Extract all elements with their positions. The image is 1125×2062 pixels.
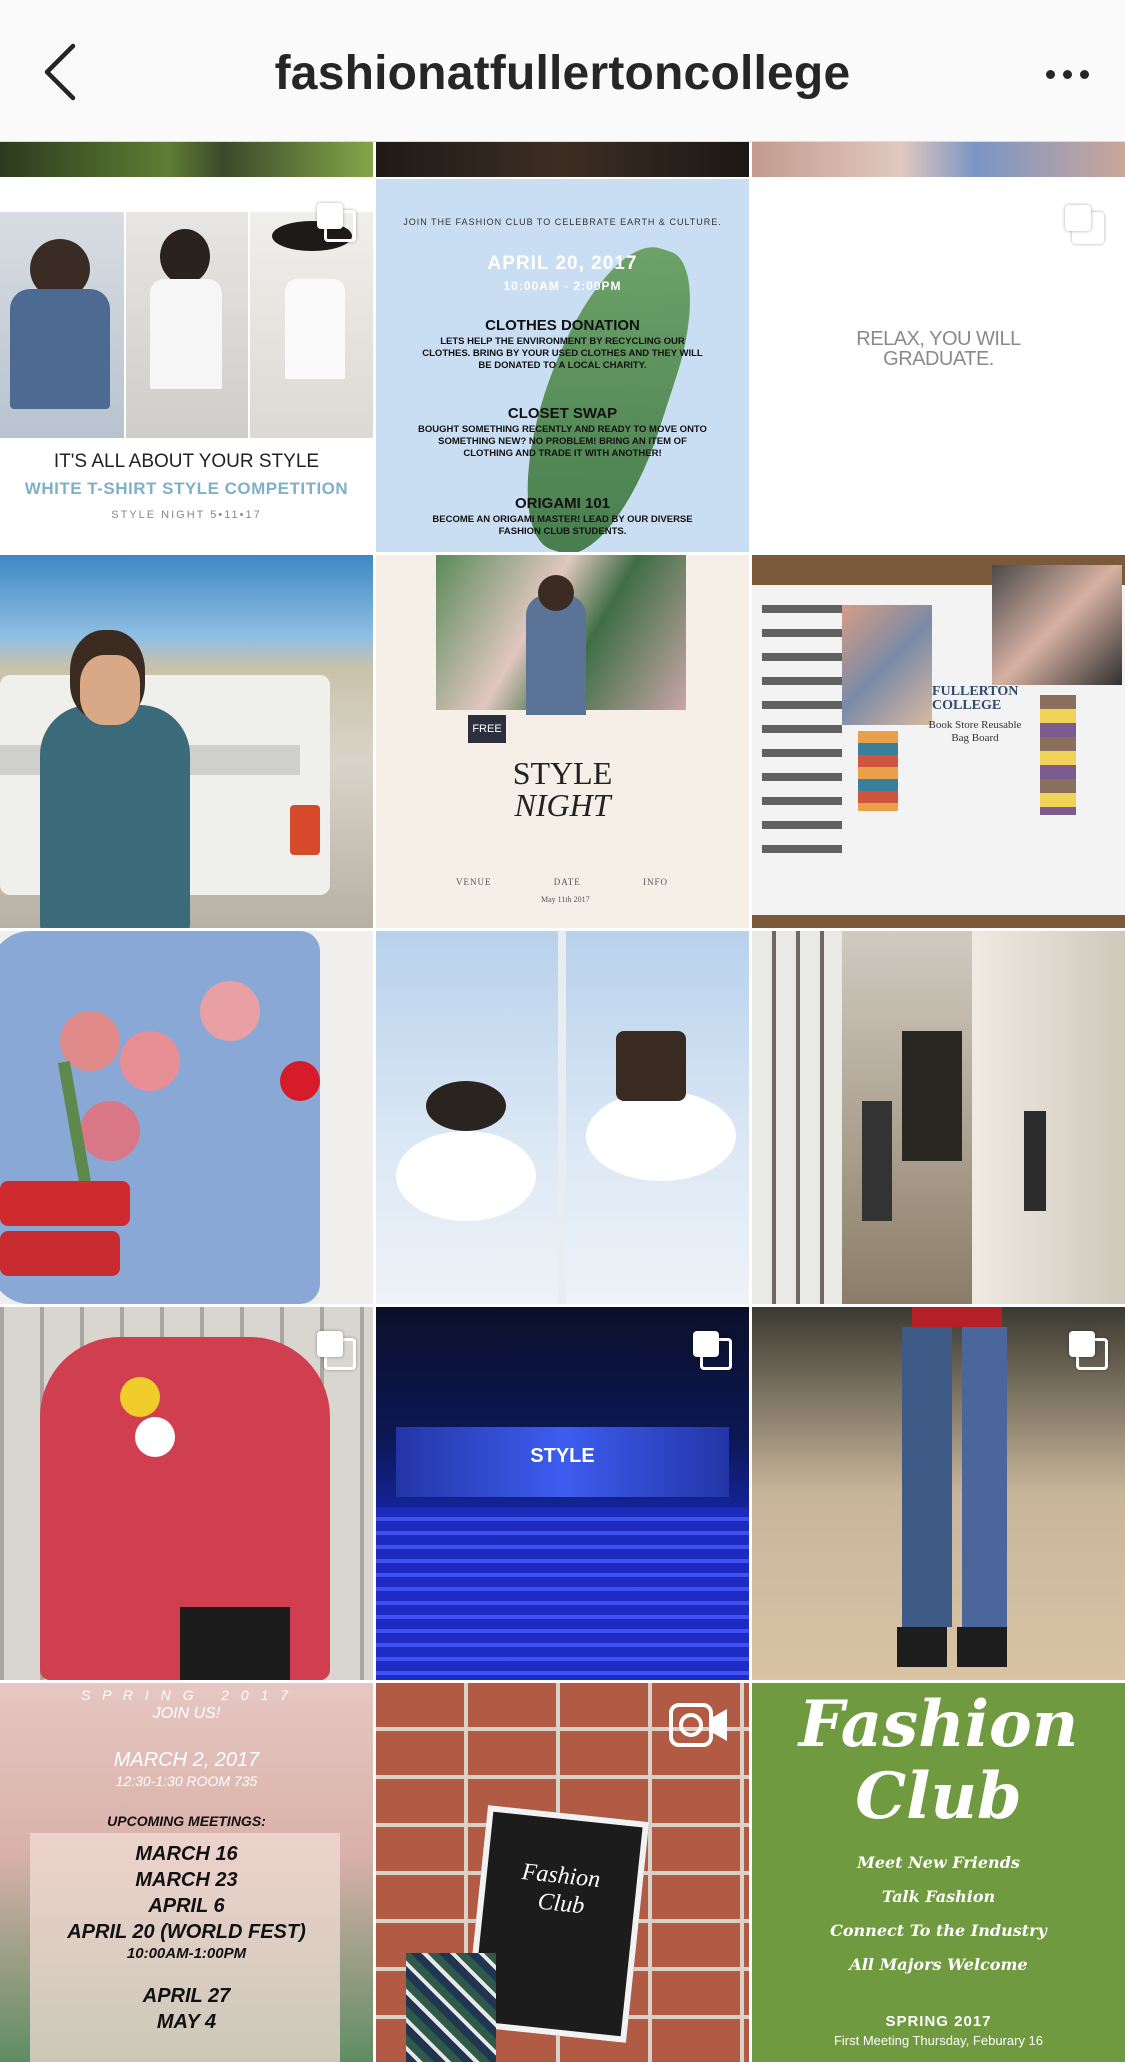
- post-bag-board[interactable]: FULLERTON COLLEGE Book Store Reusable Ba…: [752, 555, 1125, 928]
- multi-photo-icon: [317, 203, 356, 242]
- worldfest-time: 10:00AM - 2:00PM: [503, 279, 622, 293]
- post-headline: IT'S ALL ABOUT YOUR STYLE: [53, 451, 320, 472]
- schedule-time-2: 10:00AM-1:00PM: [126, 1945, 247, 1962]
- top-navigation-bar: fashionatfullertoncollege: [0, 0, 1125, 142]
- schedule-date-1: MARCH 16: [135, 1843, 238, 1865]
- post-hallway[interactable]: [752, 931, 1125, 1304]
- post-truck-photo[interactable]: [0, 555, 373, 928]
- venue-label: VENUE: [456, 877, 492, 887]
- worldfest-text-1: LETS HELP THE ENVIRONMENT BY RECYCLING O…: [422, 336, 703, 371]
- post-style-night[interactable]: FREE STYLE NIGHT VENUE DATE INFO May 11t…: [376, 555, 749, 928]
- multi-photo-icon: [1065, 205, 1104, 244]
- club-first-meeting: First Meeting Thursday, Feburary 16: [833, 2033, 1044, 2048]
- worldfest-date: APRIL 20, 2017: [487, 253, 638, 274]
- schedule-date-5: APRIL 27: [142, 1985, 231, 2007]
- schedule-date: MARCH 2, 2017: [113, 1749, 260, 1771]
- schedule-upcoming: UPCOMING MEETINGS:: [107, 1813, 266, 1829]
- schedule-season: S P R I N G 2 0 1 7: [80, 1687, 293, 1703]
- relax-text: RELAX, YOU WILL GRADUATE.: [856, 328, 1021, 370]
- club-season: SPRING 2017: [885, 2013, 992, 2030]
- bag-board-caption: Book Store Reusable Bag Board: [928, 719, 1022, 744]
- post-subheadline: WHITE T-SHIRT STYLE COMPETITION: [24, 479, 349, 498]
- post-thumbnail-partial[interactable]: [752, 142, 1125, 177]
- worldfest-heading-1: CLOTHES DONATION: [485, 317, 640, 334]
- schedule-date-3: APRIL 6: [148, 1895, 225, 1917]
- more-options-button[interactable]: [1027, 44, 1107, 104]
- schedule-join: JOIN US!: [152, 1705, 221, 1722]
- post-relax[interactable]: RELAX, YOU WILL GRADUATE.: [752, 179, 1125, 552]
- more-icon: [1045, 69, 1055, 79]
- date-value: May 11th 2017: [541, 895, 590, 904]
- post-fashion-club[interactable]: Fashion Club Meet New Friends Talk Fashi…: [752, 1683, 1125, 2062]
- profile-username: fashionatfullertoncollege: [274, 47, 851, 100]
- worldfest-heading-2: CLOSET SWAP: [507, 405, 618, 422]
- schedule-date-4: APRIL 20 (WORLD FEST): [67, 1921, 306, 1943]
- post-embroidered-jacket[interactable]: [0, 931, 373, 1304]
- club-line-3: Connect To the Industry: [830, 1921, 1047, 1940]
- worldfest-text-2: BOUGHT SOMETHING RECENTLY AND READY TO M…: [418, 424, 707, 459]
- multi-photo-icon: [693, 1331, 732, 1370]
- video-camera-icon: [669, 1703, 727, 1747]
- post-footer: STYLE NIGHT 5•11•17: [111, 509, 262, 521]
- style-night-title-2: NIGHT: [514, 787, 611, 823]
- post-ripped-jeans[interactable]: [752, 1307, 1125, 1680]
- free-badge: FREE: [468, 715, 506, 743]
- post-thumbnail-partial[interactable]: [376, 142, 749, 177]
- schedule-date-2: MARCH 23: [135, 1869, 238, 1891]
- stage-label: STYLE: [530, 1445, 595, 1467]
- post-thumbnail-partial[interactable]: [0, 142, 373, 177]
- date-label: DATE: [553, 877, 581, 887]
- schedule-time: 12:30-1:30 ROOM 735: [115, 1773, 258, 1789]
- worldfest-text-3: BECOME AN ORIGAMI MASTER! LEAD BY OUR DI…: [432, 514, 693, 537]
- post-grid: IT'S ALL ABOUT YOUR STYLE WHITE T-SHIRT …: [0, 142, 1125, 2062]
- worldfest-intro: JOIN THE FASHION CLUB TO CELEBRATE EARTH…: [403, 217, 722, 227]
- post-spring-schedule[interactable]: S P R I N G 2 0 1 7 JOIN US! MARCH 2, 20…: [0, 1683, 373, 2062]
- schedule-date-6: MAY 4: [156, 2011, 217, 2033]
- worldfest-heading-3: ORIGAMI 101: [514, 495, 611, 512]
- club-title-1: Fashion: [798, 1687, 1079, 1762]
- club-line-1: Meet New Friends: [857, 1853, 1020, 1872]
- bag-board-college: FULLERTON COLLEGE: [932, 684, 1019, 713]
- post-worldfest[interactable]: JOIN THE FASHION CLUB TO CELEBRATE EARTH…: [376, 179, 749, 552]
- info-label: INFO: [642, 877, 668, 887]
- club-line-2: Talk Fashion: [881, 1887, 996, 1906]
- multi-photo-icon: [317, 1331, 356, 1370]
- club-title-2: Club: [855, 1759, 1022, 1834]
- post-clouds-window[interactable]: [376, 931, 749, 1304]
- post-flyer-video[interactable]: Fashion Club: [376, 1683, 749, 2062]
- club-line-4: All Majors Welcome: [849, 1955, 1028, 1974]
- post-style-competition[interactable]: IT'S ALL ABOUT YOUR STYLE WHITE T-SHIRT …: [0, 179, 373, 552]
- post-red-shirt[interactable]: [0, 1307, 373, 1680]
- post-stage[interactable]: STYLE: [376, 1307, 749, 1680]
- multi-photo-icon: [1069, 1331, 1108, 1370]
